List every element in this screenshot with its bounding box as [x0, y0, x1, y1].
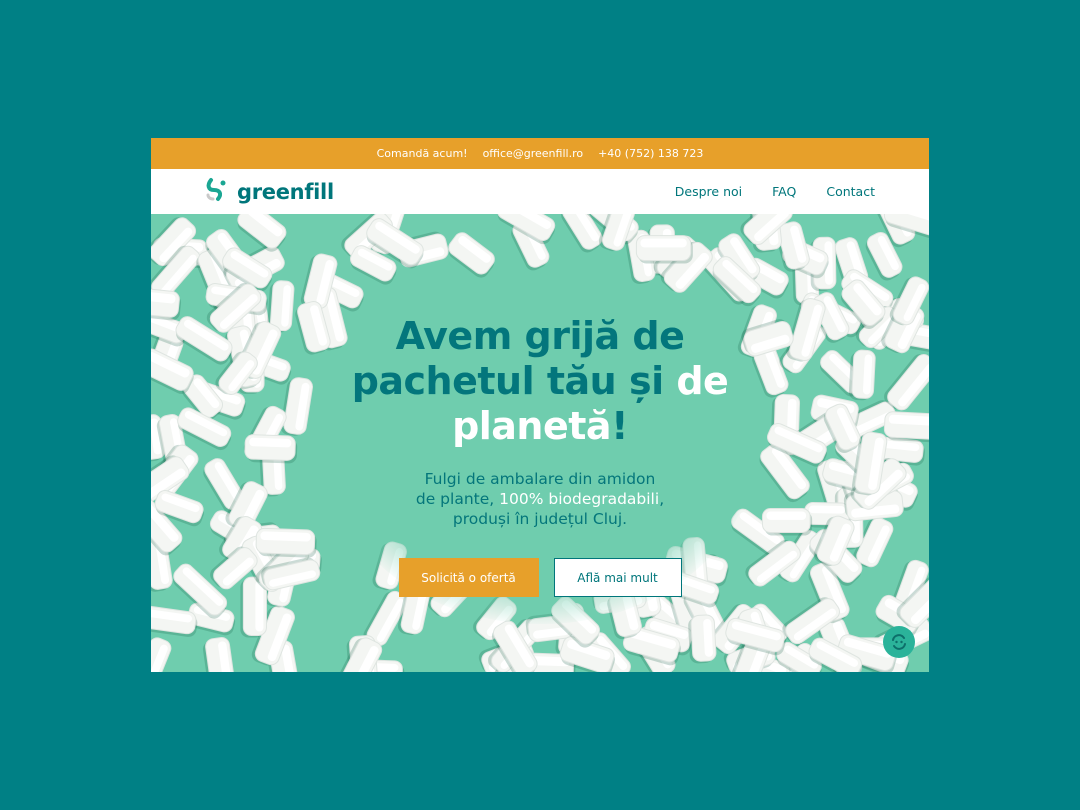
top-bar: Comandă acum! office@greenfill.ro +40 (7…: [151, 138, 929, 169]
headline-line-2-highlight: de: [676, 359, 729, 403]
subtitle-line-3: produși în județul Cluj.: [452, 510, 628, 528]
nav-link-faq[interactable]: FAQ: [772, 184, 796, 199]
subtitle-highlight: 100% biodegradabili: [499, 490, 660, 508]
nav-link-despre-noi[interactable]: Despre noi: [675, 184, 742, 199]
headline-line-3-highlight: planetă: [452, 404, 612, 448]
hero-section: Avem grijă de pachetul tău și de planetă…: [151, 214, 929, 672]
subtitle-comma: ,: [659, 490, 665, 508]
hero-subtitle: Fulgi de ambalare din amidon de plante, …: [390, 469, 690, 529]
nav-links: Despre noi FAQ Contact: [675, 184, 875, 199]
email-link[interactable]: office@greenfill.ro: [483, 147, 584, 160]
website-frame: Comandă acum! office@greenfill.ro +40 (7…: [151, 138, 929, 672]
headline-exclamation: !: [611, 404, 628, 448]
phone-link[interactable]: +40 (752) 138 723: [598, 147, 703, 160]
recycle-badge-icon[interactable]: [883, 626, 915, 658]
subtitle-line-2: de plante,: [415, 490, 495, 508]
hero-content: Avem grijă de pachetul tău și de planetă…: [151, 314, 929, 597]
headline-line-1: Avem grijă de: [395, 314, 685, 358]
brand-logo[interactable]: greenfill: [205, 177, 334, 207]
order-now-link[interactable]: Comandă acum!: [377, 147, 468, 160]
hero-headline: Avem grijă de pachetul tău și de planetă…: [151, 314, 929, 449]
brand-name: greenfill: [237, 179, 334, 204]
main-nav: greenfill Despre noi FAQ Contact: [151, 169, 929, 214]
greenfill-logo-icon: [205, 177, 231, 207]
hero-buttons: Solicită o ofertă Află mai mult: [151, 558, 929, 597]
subtitle-line-1: Fulgi de ambalare din amidon: [424, 470, 656, 488]
request-offer-button[interactable]: Solicită o ofertă: [398, 558, 539, 597]
headline-line-2: pachetul tău și: [351, 359, 664, 403]
learn-more-button[interactable]: Află mai mult: [553, 558, 682, 597]
nav-link-contact[interactable]: Contact: [826, 184, 875, 199]
